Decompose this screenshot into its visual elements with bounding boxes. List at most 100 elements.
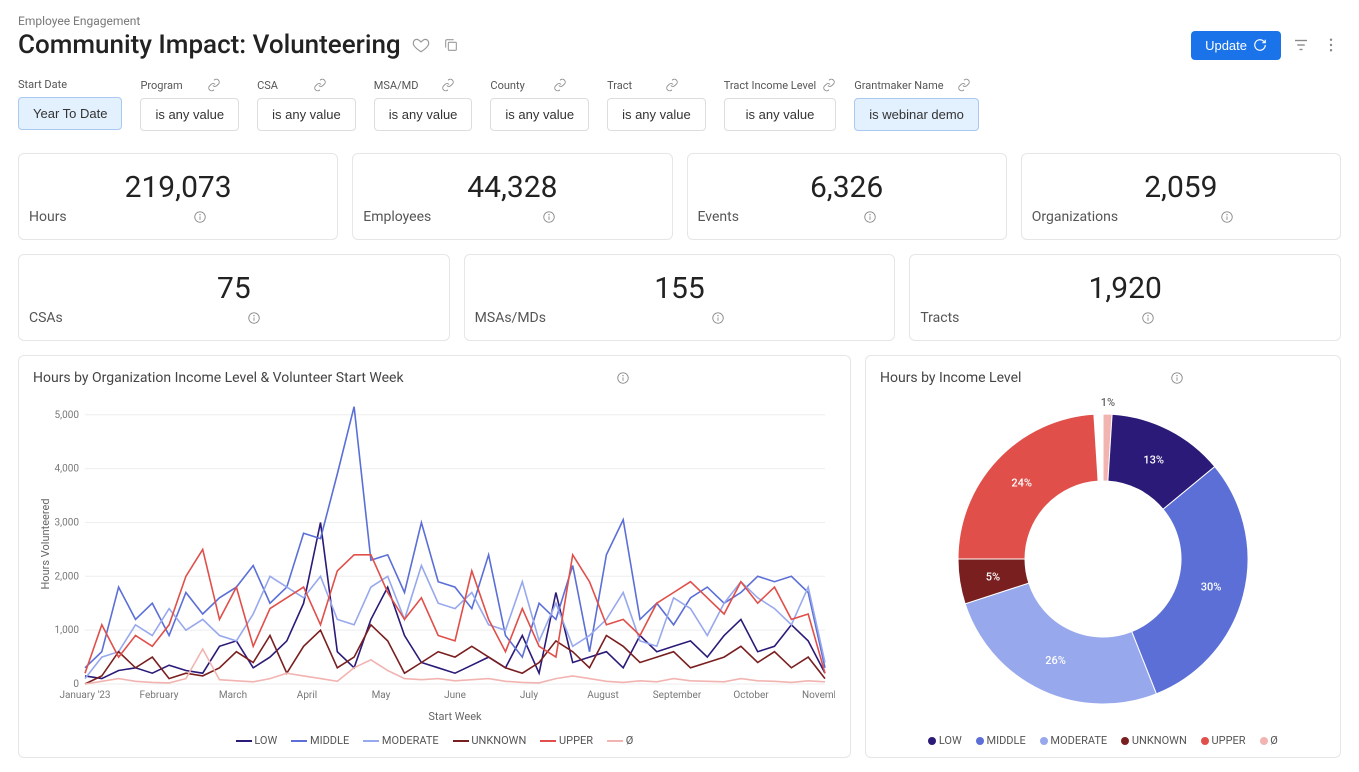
info-icon[interactable] (247, 311, 261, 325)
donut-chart-card: Hours by Income Level 1%13%30%26%5%24% L… (865, 355, 1341, 758)
svg-text:4,000: 4,000 (54, 464, 79, 475)
svg-text:24%: 24% (1011, 477, 1032, 490)
donut-chart-title: Hours by Income Level (880, 370, 1021, 386)
filter-label: Program (140, 78, 239, 92)
metric-label: Hours (29, 209, 67, 225)
svg-text:January '23: January '23 (59, 690, 110, 701)
metric-value: 1,920 (920, 271, 1330, 306)
metric-label: Employees (363, 209, 431, 225)
filter-label: Start Date (18, 78, 122, 91)
metric-card[interactable]: 2,059Organizations (1021, 153, 1341, 240)
metric-card[interactable]: 75CSAs (18, 254, 450, 341)
svg-text:5%: 5% (986, 570, 1000, 583)
svg-text:May: May (371, 690, 390, 701)
link-icon (441, 78, 455, 92)
svg-text:13%: 13% (1143, 454, 1164, 467)
metric-value: 155 (475, 271, 885, 306)
update-label: Update (1205, 38, 1247, 53)
legend-item[interactable]: UPPER (540, 734, 593, 747)
metric-card[interactable]: 219,073 Hours (18, 153, 338, 240)
filter-pill-0[interactable]: Year To Date (18, 97, 122, 130)
info-icon[interactable] (1220, 210, 1234, 224)
svg-text:1%: 1% (1101, 396, 1115, 409)
svg-text:3,000: 3,000 (54, 517, 79, 528)
filter-pill-6[interactable]: is any value (724, 98, 837, 131)
info-icon[interactable] (1141, 311, 1155, 325)
legend-item[interactable]: Ø (1260, 734, 1278, 747)
donut-chart[interactable]: 1%13%30%26%5%24% (893, 394, 1313, 724)
donut-chart-legend: LOW MIDDLE MODERATE UNKNOWN UPPER Ø (880, 734, 1326, 747)
svg-text:Hours Volunteered: Hours Volunteered (39, 498, 52, 589)
legend-item[interactable]: LOW (236, 734, 278, 747)
metric-card[interactable]: 6,326 Events (687, 153, 1007, 240)
legend-item[interactable]: MODERATE (1040, 734, 1107, 747)
filter-pill-5[interactable]: is any value (607, 98, 706, 131)
legend-item[interactable]: MIDDLE (291, 734, 349, 747)
legend-item[interactable]: Ø (607, 734, 633, 747)
more-menu-icon[interactable] (1321, 35, 1341, 55)
svg-text:April: April (296, 690, 316, 701)
filter-bar: Start Date Year To Date Program is any valu… (18, 78, 1341, 131)
metric-card[interactable]: 1,920 Tracts (909, 254, 1341, 341)
svg-text:June: June (444, 690, 466, 701)
filter-pill-3[interactable]: is any value (374, 98, 473, 131)
link-icon (957, 78, 971, 92)
line-chart-card: Hours by Organization Income Level & Vol… (18, 355, 851, 758)
metric-card[interactable]: 155 MSAs/MDs (464, 254, 896, 341)
legend-item[interactable]: UNKNOWN (1121, 734, 1187, 747)
link-icon (207, 78, 221, 92)
filter-label: CSA (257, 78, 356, 92)
refresh-icon (1253, 38, 1267, 52)
update-button[interactable]: Update (1191, 31, 1281, 60)
line-chart[interactable]: 01,0002,0003,0004,0005,000January '23Feb… (35, 394, 835, 724)
svg-text:Start Week: Start Week (428, 710, 482, 723)
svg-text:March: March (218, 690, 246, 701)
metric-label: Organizations (1032, 209, 1118, 225)
filter-pill-2[interactable]: is any value (257, 98, 356, 131)
metric-label: Tracts (920, 310, 959, 326)
svg-text:0: 0 (73, 679, 79, 690)
metric-label: Events (698, 209, 739, 225)
favorite-icon[interactable] (411, 35, 431, 55)
metric-card[interactable]: 44,328 Employees (352, 153, 672, 240)
legend-item[interactable]: MODERATE (363, 734, 438, 747)
metric-value: 44,328 (363, 170, 661, 205)
svg-text:July: July (519, 690, 537, 701)
info-icon[interactable] (711, 311, 725, 325)
link-icon (553, 78, 567, 92)
filter-pill-1[interactable]: is any value (140, 98, 239, 131)
legend-item[interactable]: MIDDLE (976, 734, 1026, 747)
filter-pill-7[interactable]: is webinar demo (854, 98, 979, 131)
line-chart-title: Hours by Organization Income Level & Vol… (33, 370, 404, 386)
link-icon (313, 78, 327, 92)
svg-text:2,000: 2,000 (54, 571, 79, 582)
filter-label: County (490, 78, 589, 92)
svg-text:February: February (139, 690, 178, 701)
filter-menu-icon[interactable] (1291, 35, 1311, 55)
metric-label: CSAs (29, 310, 63, 326)
filter-label: MSA/MD (374, 78, 473, 92)
filter-label: Grantmaker Name (854, 78, 979, 92)
legend-item[interactable]: LOW (928, 734, 962, 747)
info-icon[interactable] (616, 371, 630, 385)
metric-value: 6,326 (698, 170, 996, 205)
page-title: Community Impact: Volunteering (18, 30, 401, 60)
breadcrumb[interactable]: Employee Engagement (18, 14, 1341, 28)
filter-label: Tract (607, 78, 706, 92)
info-icon[interactable] (193, 210, 207, 224)
legend-item[interactable]: UNKNOWN (453, 734, 527, 747)
info-icon[interactable] (863, 210, 877, 224)
line-chart-legend: LOW MIDDLE MODERATE UNKNOWN UPPER Ø (33, 734, 836, 747)
info-icon[interactable] (542, 210, 556, 224)
metric-label: MSAs/MDs (475, 310, 546, 326)
copy-dashboard-icon[interactable] (441, 35, 461, 55)
svg-text:October: October (733, 690, 769, 701)
link-icon (665, 78, 679, 92)
info-icon[interactable] (1170, 371, 1184, 385)
link-icon (822, 78, 836, 92)
svg-text:November: November (802, 690, 835, 701)
svg-text:September: September (652, 690, 701, 701)
legend-item[interactable]: UPPER (1201, 734, 1246, 747)
metric-value: 219,073 (29, 170, 327, 205)
filter-pill-4[interactable]: is any value (490, 98, 589, 131)
